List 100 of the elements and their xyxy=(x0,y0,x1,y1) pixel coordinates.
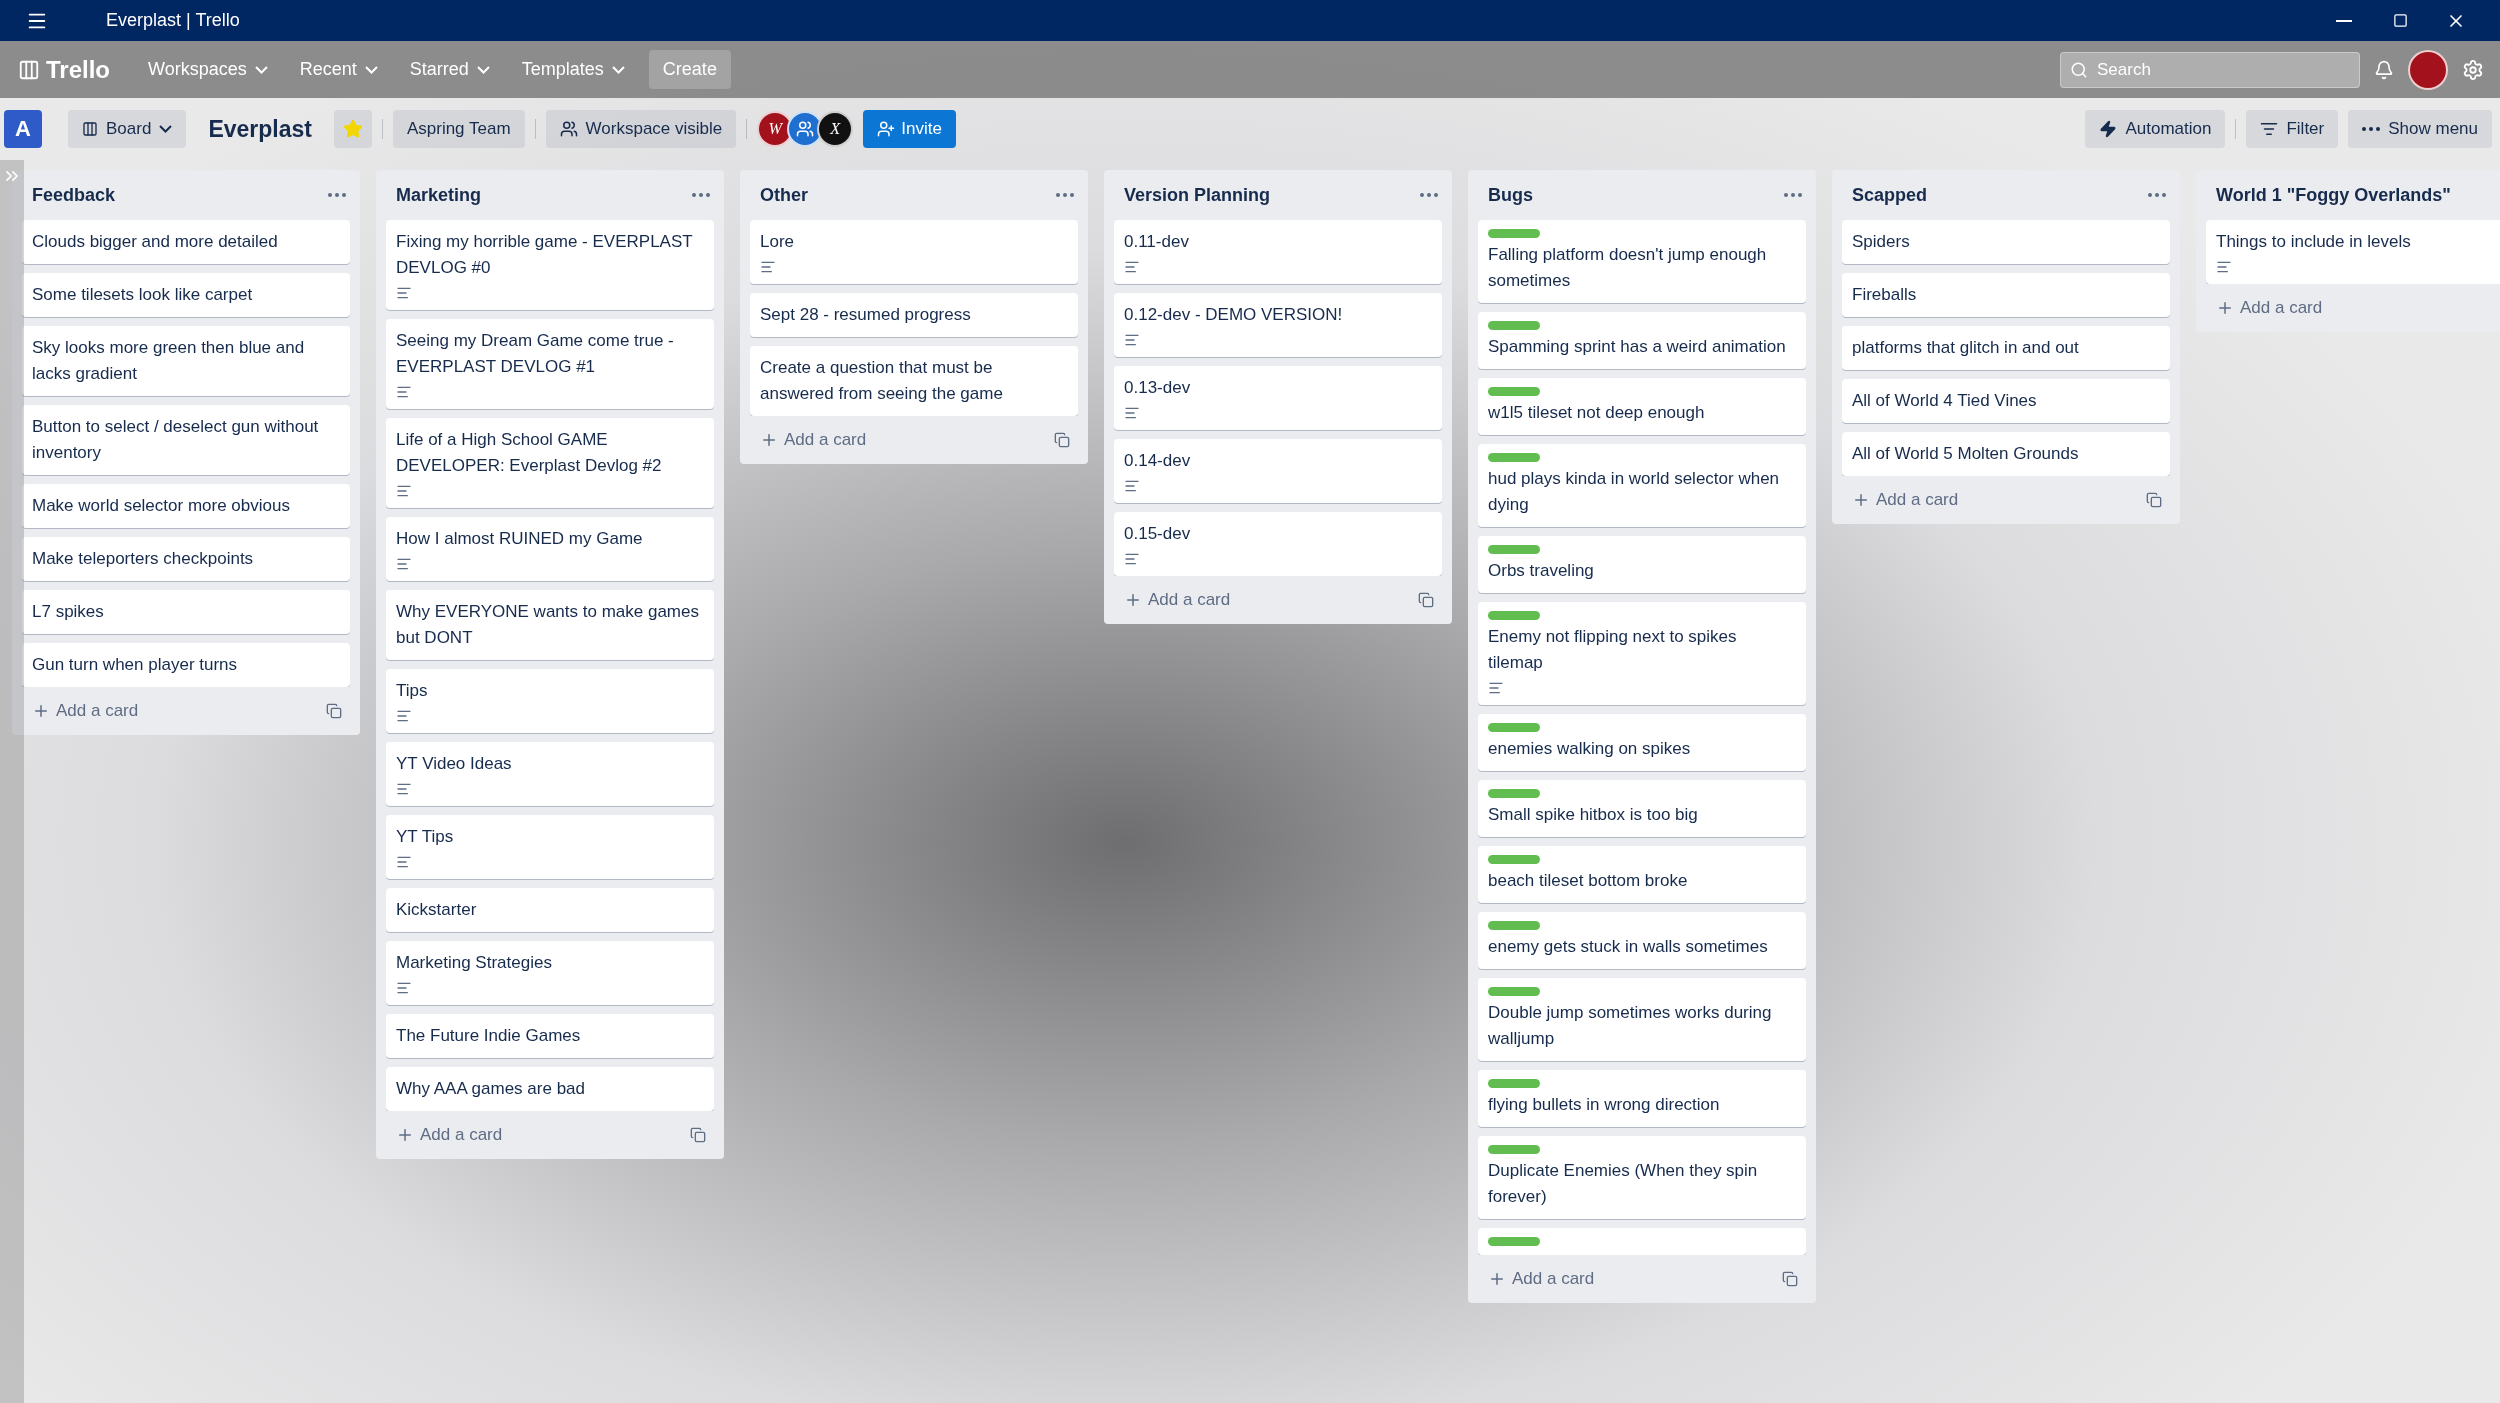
people-icon xyxy=(559,120,578,138)
card[interactable]: Lore xyxy=(750,220,1078,284)
card[interactable]: Tips xyxy=(386,669,714,733)
card[interactable]: Some tilesets look like carpet xyxy=(22,273,350,317)
add-card-button[interactable]: Add a card xyxy=(28,697,143,725)
list-title[interactable]: Feedback xyxy=(32,184,116,206)
card[interactable]: platforms that glitch in and out xyxy=(1842,326,2170,370)
star-button[interactable] xyxy=(333,110,372,148)
card[interactable]: Double jump sometimes works during walljump xyxy=(1478,978,1806,1061)
user-avatar[interactable] xyxy=(2408,49,2448,90)
card[interactable]: All of World 5 Molten Grounds xyxy=(1842,432,2170,476)
more-icon[interactable] xyxy=(328,193,346,197)
invite-button[interactable]: Invite xyxy=(863,110,956,148)
list-title[interactable]: World 1 "Foggy Overlands" xyxy=(2216,184,2451,206)
card[interactable]: flying bullets in wrong direction xyxy=(1478,1070,1806,1127)
card[interactable]: 0.11-dev xyxy=(1114,220,1442,284)
card[interactable]: Clouds bigger and more detailed xyxy=(22,220,350,264)
automation-button[interactable]: Automation xyxy=(2085,110,2226,148)
template-icon[interactable] xyxy=(1418,592,1434,608)
board-title[interactable]: Everplast xyxy=(208,115,312,143)
template-icon[interactable] xyxy=(2146,492,2162,508)
card[interactable]: Orbs traveling xyxy=(1478,536,1806,593)
template-icon[interactable] xyxy=(1054,432,1070,448)
card[interactable]: Make world selector more obvious xyxy=(22,484,350,528)
card[interactable]: Seeing my Dream Game come true - EVERPLAST DEVLOG #1 xyxy=(386,319,714,409)
card[interactable]: YT Video Ideas xyxy=(386,742,714,806)
list-title[interactable]: Marketing xyxy=(396,184,482,206)
card[interactable]: Things to include in levels xyxy=(2206,220,2500,284)
card[interactable]: Enemy not flipping next to spikes tilemap xyxy=(1478,602,1806,705)
card[interactable]: 0.13-dev xyxy=(1114,366,1442,430)
add-card-button[interactable]: Add a card xyxy=(2212,294,2327,322)
more-icon[interactable] xyxy=(692,193,710,197)
workspace-tile[interactable]: A xyxy=(4,110,42,148)
card[interactable]: Life of a High School GAME DEVELOPER: Everplast Devlog #2 xyxy=(386,418,714,508)
view-dropdown[interactable]: Board xyxy=(68,110,187,148)
card[interactable]: YT Tips xyxy=(386,815,714,879)
card[interactable]: Spamming sprint has a weird animation xyxy=(1478,312,1806,369)
card[interactable]: Fireballs xyxy=(1842,273,2170,317)
card[interactable]: Sept 28 - resumed progress xyxy=(750,293,1078,337)
plus-icon xyxy=(1852,491,1870,509)
card[interactable]: Marketing Strategies xyxy=(386,941,714,1005)
add-card-button[interactable]: Add a card xyxy=(392,1121,507,1149)
card-label xyxy=(1488,1237,1540,1246)
template-icon[interactable] xyxy=(690,1127,706,1143)
card[interactable]: Gun turn when player turns xyxy=(22,643,350,687)
card[interactable]: 0.14-dev xyxy=(1114,439,1442,503)
card[interactable]: 0.15-dev xyxy=(1114,512,1442,576)
list-title[interactable]: Scapped xyxy=(1852,184,1928,206)
card[interactable]: Small spike hitbox is too big xyxy=(1478,780,1806,837)
card[interactable]: Create a question that must be answered from seeing the game xyxy=(750,346,1078,416)
card[interactable]: Spiders xyxy=(1842,220,2170,264)
card[interactable]: Why AAA games are bad xyxy=(386,1067,714,1111)
more-icon[interactable] xyxy=(1420,193,1438,197)
card[interactable]: enemies walking on spikes xyxy=(1478,714,1806,771)
card-title: Double jump sometimes works during walljump xyxy=(1488,1002,1773,1050)
add-card-button[interactable]: Add a card xyxy=(1484,1265,1599,1293)
card-title: Duplicate Enemies (When they spin forever) xyxy=(1488,1160,1759,1208)
card[interactable]: Sky looks more green then blue and lacks gradient xyxy=(22,326,350,396)
card[interactable]: Falling platform doesn't jump enough sometimes xyxy=(1478,220,1806,303)
card[interactable]: 0.12-dev - DEMO VERSION! xyxy=(1114,293,1442,357)
more-icon[interactable] xyxy=(1784,193,1802,197)
card-title: Sky looks more green then blue and lacks gradient xyxy=(32,337,306,385)
card[interactable]: beach tileset bottom broke xyxy=(1478,846,1806,903)
description-icon xyxy=(1124,405,1140,421)
card[interactable]: Fixing my horrible game - EVERPLAST DEVLOG #0 xyxy=(386,220,714,310)
card[interactable]: L7 spikes xyxy=(22,590,350,634)
search-field[interactable]: Search xyxy=(2060,51,2360,88)
card-label xyxy=(1488,921,1540,930)
card-title: The Future Indie Games xyxy=(396,1025,581,1047)
show-menu-button[interactable]: Show menu xyxy=(2348,110,2492,148)
card[interactable]: The Future Indie Games xyxy=(386,1014,714,1058)
template-icon[interactable] xyxy=(1782,1271,1798,1287)
card[interactable]: w1l5 tileset not deep enough xyxy=(1478,378,1806,435)
card[interactable]: enemy gets stuck in walls sometimes xyxy=(1478,912,1806,969)
add-card-button[interactable]: Add a card xyxy=(756,426,871,454)
filter-button[interactable]: Filter xyxy=(2246,110,2339,148)
card-title: Some tilesets look like carpet xyxy=(32,284,253,306)
card-title: Fixing my horrible game - EVERPLAST DEVLOG #0 xyxy=(396,231,694,279)
card[interactable] xyxy=(1478,1228,1806,1255)
card[interactable]: Button to select / deselect gun without inventory xyxy=(22,405,350,475)
list-title[interactable]: Version Planning xyxy=(1124,184,1271,206)
card-label xyxy=(1488,229,1540,238)
list-title[interactable]: Other xyxy=(760,184,808,206)
card[interactable]: How I almost RUINED my Game xyxy=(386,517,714,581)
card[interactable]: Make teleporters checkpoints xyxy=(22,537,350,581)
list-title[interactable]: Bugs xyxy=(1488,184,1533,206)
team-button[interactable]: Aspring Team xyxy=(392,110,525,148)
more-icon[interactable] xyxy=(2148,193,2166,197)
template-icon[interactable] xyxy=(326,703,342,719)
card[interactable]: All of World 4 Tied Vines xyxy=(1842,379,2170,423)
more-icon[interactable] xyxy=(1056,193,1074,197)
card[interactable]: Kickstarter xyxy=(386,888,714,932)
add-card-button[interactable]: Add a card xyxy=(1120,586,1235,614)
add-card-button[interactable]: Add a card xyxy=(1848,486,1963,514)
card[interactable]: hud plays kinda in world selector when dying xyxy=(1478,444,1806,527)
visibility-button[interactable]: Workspace visible xyxy=(545,110,737,148)
card[interactable]: Why EVERYONE wants to make games but DONT xyxy=(386,590,714,660)
card-title: Enemy not flipping next to spikes tilemap xyxy=(1488,626,1738,674)
filter-icon xyxy=(2260,120,2279,138)
card[interactable]: Duplicate Enemies (When they spin forever) xyxy=(1478,1136,1806,1219)
